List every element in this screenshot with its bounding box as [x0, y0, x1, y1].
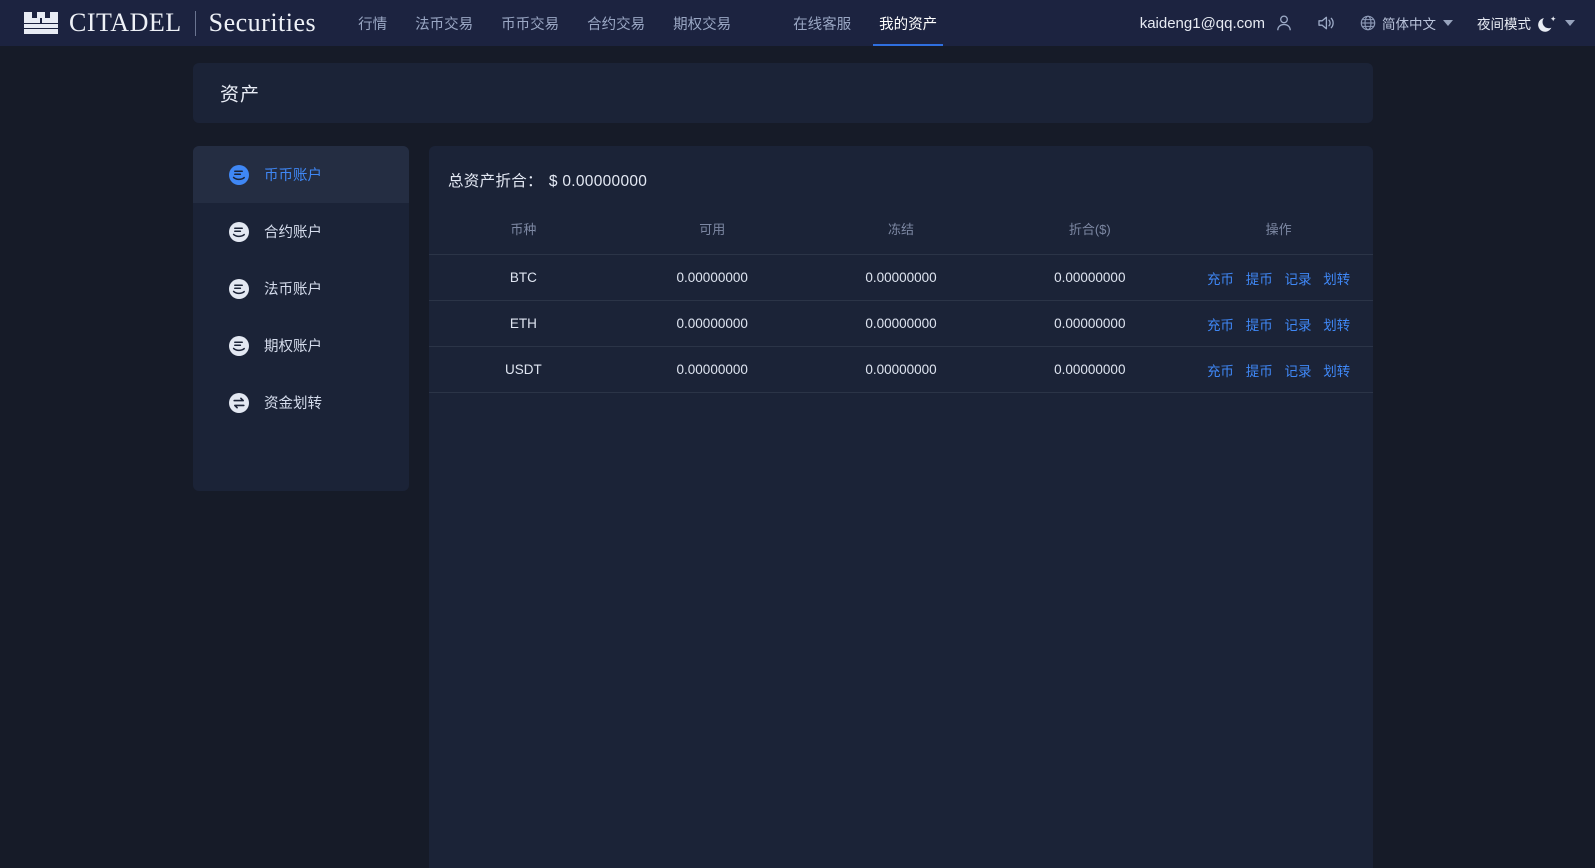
action-deposit-link[interactable]: 充币 — [1207, 272, 1234, 287]
coin-icon — [229, 221, 249, 242]
brand-main: CITADEL — [69, 8, 182, 37]
sidebar-item-coin-account[interactable]: 币币账户 — [193, 146, 409, 203]
header-right-controls: kaideng1@qq.com 简体中文 夜间模式 — [1140, 0, 1595, 46]
sidebar-item-options-account[interactable]: 期权账户 — [193, 317, 409, 374]
nav-item-my-assets[interactable]: 我的资产 — [865, 0, 951, 46]
column-header-actions: 操作 — [1265, 222, 1292, 237]
nav-item-online-support[interactable]: 在线客服 — [779, 0, 865, 46]
brand-divider — [194, 10, 196, 36]
action-withdraw-link[interactable]: 提币 — [1246, 364, 1273, 379]
total-assets-line: 总资产折合： $ 0.00000000 — [429, 146, 1373, 191]
table-row: ETH 0.00000000 0.00000000 0.00000000 充币 … — [429, 300, 1373, 347]
page-title: 资产 — [220, 84, 261, 106]
sidebar-item-label: 合约账户 — [264, 225, 322, 241]
language-label: 简体中文 — [1382, 17, 1436, 32]
sound-toggle-button[interactable] — [1317, 14, 1336, 32]
sidebar-item-label: 期权账户 — [264, 339, 322, 355]
chevron-down-icon — [1443, 20, 1453, 26]
user-account-button[interactable] — [1275, 14, 1293, 32]
sidebar-item-label: 法币账户 — [264, 282, 322, 298]
sidebar-item-fiat-account[interactable]: 法币账户 — [193, 260, 409, 317]
action-records-link[interactable]: 记录 — [1284, 318, 1311, 333]
cell-frozen: 0.00000000 — [806, 346, 996, 393]
sidebar-item-label: 币币账户 — [264, 168, 322, 184]
theme-mode-selector[interactable]: 夜间模式 — [1477, 13, 1575, 33]
globe-icon — [1360, 15, 1376, 31]
cell-actions: 充币 提币 记录 划转 — [1184, 346, 1373, 393]
action-deposit-link[interactable]: 充币 — [1207, 318, 1234, 333]
nav-item-coin-trade[interactable]: 币币交易 — [487, 0, 573, 46]
table-row: USDT 0.00000000 0.00000000 0.00000000 充币… — [429, 346, 1373, 393]
brand-wordmark: CITADEL Securities — [69, 8, 316, 38]
cell-available: 0.00000000 — [617, 254, 807, 301]
cell-valuation: 0.00000000 — [995, 300, 1185, 347]
total-assets-label: 总资产折合： — [448, 173, 543, 190]
cell-actions: 充币 提币 记录 划转 — [1184, 254, 1373, 301]
assets-table: 币种 可用 冻结 折合($) 操作 BTC 0.00000000 0.00000… — [429, 219, 1373, 393]
total-assets-value: $ 0.00000000 — [548, 173, 648, 190]
chevron-down-icon — [1565, 20, 1575, 26]
moon-star-icon — [1538, 16, 1556, 32]
action-transfer-link[interactable]: 划转 — [1323, 364, 1350, 379]
action-deposit-link[interactable]: 充币 — [1207, 364, 1234, 379]
nav-item-contract-trade[interactable]: 合约交易 — [573, 0, 659, 46]
cell-actions: 充币 提币 记录 划转 — [1184, 300, 1373, 347]
brand-sub: Securities — [208, 8, 317, 37]
cell-coin: USDT — [429, 346, 618, 393]
action-transfer-link[interactable]: 划转 — [1323, 272, 1350, 287]
column-header-available: 可用 — [699, 222, 726, 237]
action-withdraw-link[interactable]: 提币 — [1246, 318, 1273, 333]
sidebar-item-contract-account[interactable]: 合约账户 — [193, 203, 409, 260]
top-header: CITADEL Securities 行情 法币交易 币币交易 合约交易 期权交… — [0, 0, 1595, 46]
nav-item-fiat-trade[interactable]: 法币交易 — [401, 0, 487, 46]
language-selector[interactable]: 简体中文 — [1360, 13, 1453, 33]
coin-icon — [229, 278, 249, 299]
main-navigation: 行情 法币交易 币币交易 合约交易 期权交易 在线客服 我的资产 — [344, 0, 951, 46]
theme-mode-label: 夜间模式 — [1477, 17, 1531, 32]
person-icon — [1277, 15, 1291, 31]
cell-valuation: 0.00000000 — [995, 254, 1185, 301]
page-title-panel: 资产 — [193, 63, 1373, 123]
action-withdraw-link[interactable]: 提币 — [1246, 272, 1273, 287]
table-header-row: 币种 可用 冻结 折合($) 操作 — [429, 219, 1373, 255]
action-records-link[interactable]: 记录 — [1284, 272, 1311, 287]
cell-valuation: 0.00000000 — [995, 346, 1185, 393]
action-transfer-link[interactable]: 划转 — [1323, 318, 1350, 333]
user-email-label: kaideng1@qq.com — [1139, 14, 1265, 32]
sidebar-item-label: 资金划转 — [264, 396, 322, 412]
cell-coin: BTC — [429, 254, 618, 301]
column-header-frozen: 冻结 — [887, 222, 914, 237]
page-body: 资产 币币账户 合约账户 法币账户 期权账户 资金划转 总资产折合： $ 0.0… — [0, 46, 1595, 868]
nav-item-markets[interactable]: 行情 — [344, 0, 401, 46]
sidebar-item-fund-transfer[interactable]: 资金划转 — [193, 374, 409, 431]
cell-available: 0.00000000 — [617, 346, 807, 393]
citadel-battlement-icon — [24, 12, 58, 34]
column-header-coin: 币种 — [510, 222, 537, 237]
brand-logo[interactable]: CITADEL Securities — [0, 0, 316, 46]
speaker-icon — [1318, 16, 1334, 30]
coin-icon — [229, 335, 249, 356]
cell-frozen: 0.00000000 — [806, 300, 996, 347]
nav-item-options-trade[interactable]: 期权交易 — [659, 0, 745, 46]
column-header-valuation: 折合($) — [1068, 222, 1111, 237]
transfer-icon — [229, 392, 249, 413]
coin-icon — [229, 164, 249, 185]
cell-coin: ETH — [429, 300, 618, 347]
action-records-link[interactable]: 记录 — [1284, 364, 1311, 379]
cell-frozen: 0.00000000 — [806, 254, 996, 301]
account-sidebar: 币币账户 合约账户 法币账户 期权账户 资金划转 — [193, 146, 409, 491]
assets-panel: 总资产折合： $ 0.00000000 币种 可用 冻结 折合($) 操作 BTC… — [429, 146, 1373, 868]
table-row: BTC 0.00000000 0.00000000 0.00000000 充币 … — [429, 254, 1373, 301]
cell-available: 0.00000000 — [617, 300, 807, 347]
